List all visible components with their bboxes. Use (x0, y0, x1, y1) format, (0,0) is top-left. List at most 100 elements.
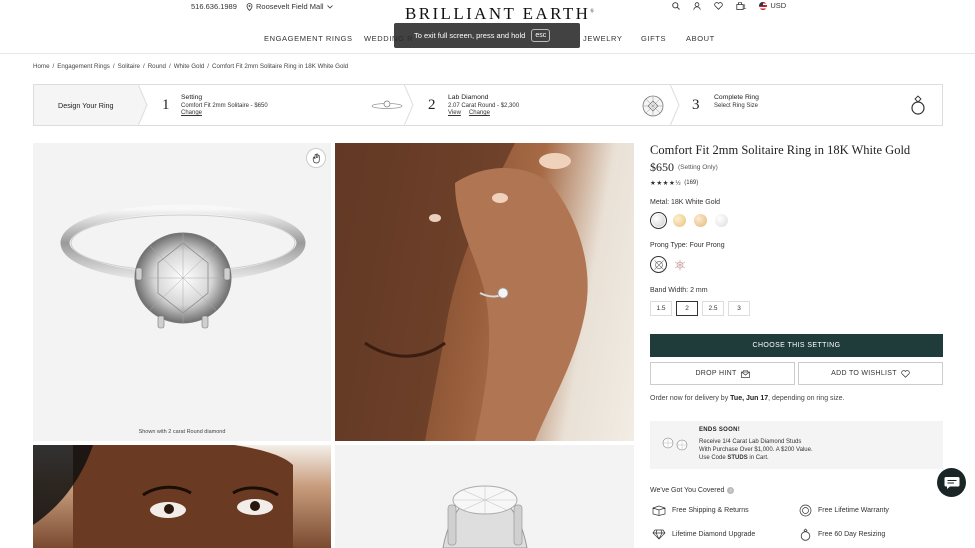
breadcrumb-current: Comfort Fit 2mm Solitaire Ring in 18K Wh… (212, 63, 349, 70)
promo-banner[interactable]: ENDS SOON! Receive 1/4 Carat Lab Diamond… (650, 421, 943, 469)
metal-swatches (650, 212, 730, 229)
prong-four-option[interactable] (650, 256, 667, 273)
breadcrumb-round[interactable]: Round (148, 63, 166, 70)
change-diamond-link[interactable]: Change (469, 110, 490, 116)
chat-bubble-icon (944, 476, 959, 489)
step-complete-ring[interactable]: 3 Complete Ring Select Ring Size (672, 85, 942, 125)
change-setting-link[interactable]: Change (181, 110, 202, 116)
width-option-3[interactable]: 3 (728, 301, 750, 316)
delivery-prefix: Order now for delivery by (650, 395, 729, 402)
product-price: $650 (650, 160, 674, 174)
metal-swatch-yellow-gold[interactable] (671, 212, 688, 229)
breadcrumb: Home / Engagement Rings / Solitaire / Round… (33, 63, 348, 70)
product-image-model-face[interactable] (33, 445, 331, 548)
esc-key: esc (531, 29, 551, 42)
account-icon[interactable] (693, 1, 701, 10)
registered-mark: ® (590, 9, 595, 15)
step-setting[interactable]: 1 Setting Comfort Fit 2mm Solitaire - $6… (138, 85, 406, 125)
store-selector[interactable]: Roosevelt Field Mall (246, 2, 333, 11)
feature-diamond-upgrade: Lifetime Diamond Upgrade (652, 529, 755, 540)
cart-button[interactable]: 1 (736, 1, 747, 11)
promo-line-1: Receive 1/4 Carat Lab Diamond Studs (699, 439, 802, 445)
choose-setting-button[interactable]: CHOOSE THIS SETTING (650, 334, 943, 357)
six-prong-icon (674, 259, 685, 270)
chat-button[interactable] (937, 468, 966, 497)
nav-jewelry[interactable]: JEWELRY (583, 34, 623, 43)
delivery-suffix: , depending on ring size. (768, 395, 845, 402)
star-rating-icon: ★★★★½ (650, 180, 682, 187)
view-diamond-link[interactable]: View (448, 110, 461, 116)
image-caption: Shown with 2 carat Round diamond (138, 429, 226, 435)
diamond-icon (652, 529, 666, 540)
info-icon[interactable]: i (727, 487, 735, 494)
virtual-try-on-button[interactable] (306, 148, 326, 168)
step-design-your-ring: Design Your Ring (34, 85, 138, 125)
ring-render-image (60, 204, 306, 329)
width-option-1-5[interactable]: 1.5 (650, 301, 672, 316)
price-note: (Setting Only) (678, 164, 718, 171)
metal-swatch-rose-gold[interactable] (692, 212, 709, 229)
step-title: Lab Diamond (448, 94, 489, 101)
add-to-wishlist-button[interactable]: ADD TO WISHLIST (798, 362, 943, 385)
ring-resize-icon (800, 528, 811, 541)
breadcrumb-separator: / (142, 63, 145, 70)
breadcrumb-separator: / (52, 63, 55, 70)
utility-icons: 1 USD (672, 1, 786, 11)
metal-swatch-white-gold[interactable] (650, 212, 667, 229)
wishlist-heart-icon[interactable] (714, 1, 723, 10)
width-option-2[interactable]: 2 (676, 301, 698, 316)
breadcrumb-separator: / (112, 63, 115, 70)
step-links: View Change (448, 110, 490, 116)
step-subtitle: 2.07 Carat Round - $2,300 (448, 103, 520, 109)
metal-value: 18K White Gold (671, 199, 721, 206)
round-diamond-icon (642, 95, 664, 117)
breadcrumb-separator: / (207, 63, 210, 70)
breadcrumb-home[interactable]: Home (33, 63, 50, 70)
brand-logo[interactable]: BRILLIANT EARTH® (405, 4, 594, 24)
step-links: Change (181, 110, 202, 116)
step-title: Complete Ring (714, 94, 759, 101)
step-lab-diamond[interactable]: 2 Lab Diamond 2.07 Carat Round - $2,300 … (406, 85, 672, 125)
step-subtitle: Comfort Fit 2mm Solitaire - $650 (181, 103, 268, 109)
step-subtitle: Select Ring Size (714, 103, 759, 109)
product-image-ring[interactable]: Shown with 2 carat Round diamond (33, 143, 331, 441)
promo-code-prefix: Use Code (699, 455, 726, 461)
feature-free-shipping: Free Shipping & Returns (652, 505, 749, 516)
diamond-studs-icon (662, 437, 688, 451)
prong-options (650, 256, 688, 273)
rating[interactable]: ★★★★½ (169) (650, 179, 698, 187)
wishlist-label: ADD TO WISHLIST (831, 370, 897, 377)
nav-about[interactable]: ABOUT (686, 34, 715, 43)
breadcrumb-solitaire[interactable]: Solitaire (118, 63, 140, 70)
logo-text: BRILLIANT EARTH (405, 4, 591, 23)
promo-code: STUDS (727, 455, 748, 461)
delivery-estimate: Order now for delivery by Tue, Jun 17, d… (650, 395, 844, 402)
cart-count: 1 (743, 4, 747, 11)
complete-ring-icon (911, 95, 925, 115)
metal-swatch-platinum[interactable] (713, 212, 730, 229)
promo-line-3: Use Code STUDS in Cart. (699, 455, 769, 461)
product-image-ring-closeup[interactable] (335, 445, 634, 548)
breadcrumb-engagement-rings[interactable]: Engagement Rings (57, 63, 110, 70)
search-icon[interactable] (672, 1, 680, 10)
envelope-icon (740, 369, 750, 378)
store-name: Roosevelt Field Mall (256, 2, 324, 11)
drop-hint-button[interactable]: DROP HINT (650, 362, 795, 385)
product-image-model-hand[interactable] (335, 143, 634, 441)
band-width-options: 1.5 2 2.5 3 (650, 301, 750, 316)
currency-selector[interactable]: USD (759, 1, 786, 10)
step-number: 1 (162, 97, 170, 113)
fullscreen-toast: To exit full screen, press and hold esc (394, 23, 580, 48)
prong-six-option[interactable] (671, 256, 688, 273)
breadcrumb-white-gold[interactable]: White Gold (174, 63, 205, 70)
promo-line-2: With Purchase Over $1,000. A $200 Value. (699, 447, 813, 453)
width-option-2-5[interactable]: 2.5 (702, 301, 724, 316)
model-face-photo (33, 445, 293, 548)
phone-number[interactable]: 516.636.1989 (191, 2, 237, 11)
us-flag-icon (759, 1, 768, 10)
nav-gifts[interactable]: GIFTS (641, 34, 666, 43)
nav-engagement-rings[interactable]: ENGAGEMENT RINGS (264, 34, 353, 43)
promo-code-suffix: in Cart. (749, 455, 769, 461)
step-title: Setting (181, 94, 203, 101)
step-number: 2 (428, 97, 436, 113)
